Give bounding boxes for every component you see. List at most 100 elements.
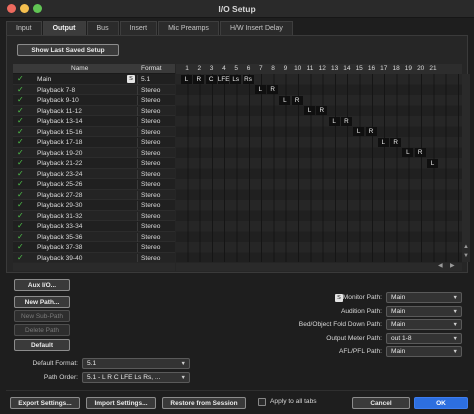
path-row[interactable]: ✓ Playback 35-36 Stereo	[13, 231, 175, 242]
active-check-icon[interactable]: ✓	[17, 211, 24, 221]
active-check-icon[interactable]: ✓	[17, 85, 24, 95]
scroll-right-icon[interactable]: ▶	[450, 263, 455, 270]
active-check-icon[interactable]: ✓	[17, 242, 24, 252]
cancel-button[interactable]: Cancel	[352, 397, 410, 409]
delete-path-button[interactable]: Delete Path	[14, 324, 70, 336]
path-order-select[interactable]: 5.1 - L R C LFE Ls Rs, ... ▼	[82, 372, 190, 383]
channel-assignment-cell[interactable]: R	[291, 95, 303, 105]
channel-assignment-cell[interactable]: R	[193, 74, 205, 84]
channel-assignment-cell[interactable]: L	[328, 116, 340, 126]
active-check-icon[interactable]: ✓	[17, 116, 24, 126]
channel-assignment-cell[interactable]: L	[353, 127, 365, 136]
path-name[interactable]: Main	[37, 75, 51, 84]
default-format-select[interactable]: 5.1 ▼	[82, 358, 190, 369]
channel-assignment-cell[interactable]: R	[414, 148, 426, 157]
path-row[interactable]: ✓ Playback 37-38 Stereo	[13, 242, 175, 253]
channel-assignment-cell[interactable]: R	[365, 127, 377, 136]
scroll-up-icon[interactable]: ▲	[463, 244, 469, 251]
channel-assignment-matrix[interactable]: L R C LFE Ls Rs L R L R L R L R L R L R L R L	[176, 74, 462, 262]
path-name[interactable]: Playback 9-10	[37, 96, 79, 105]
path-row[interactable]: ✓ Playback 39-40 Stereo	[13, 252, 175, 263]
scroll-left-icon[interactable]: ◀	[438, 263, 443, 270]
active-check-icon[interactable]: ✓	[17, 221, 24, 231]
path-setting-select[interactable]: Main ▼	[386, 292, 462, 303]
path-setting-select[interactable]: Main ▼	[386, 319, 462, 330]
new-path-button[interactable]: New Path...	[14, 296, 70, 308]
tab-mic-preamps[interactable]: Mic Preamps	[158, 21, 219, 35]
active-check-icon[interactable]: ✓	[17, 127, 24, 137]
path-row[interactable]: ✓ Playback 13-14 Stereo	[13, 116, 175, 127]
tab-bus[interactable]: Bus	[86, 21, 119, 35]
tab-output[interactable]: Output	[42, 21, 86, 35]
path-row[interactable]: ✓ Main S 5.1	[13, 74, 175, 85]
path-row[interactable]: ✓ Playback 9-10 Stereo	[13, 95, 175, 106]
path-row[interactable]: ✓ Playback 7-8 Stereo	[13, 84, 175, 95]
path-name[interactable]: Playback 17-18	[37, 138, 82, 147]
channel-assignment-cell[interactable]: L	[279, 95, 291, 105]
export-settings-button[interactable]: Export Settings...	[10, 397, 80, 409]
path-row[interactable]: ✓ Playback 31-32 Stereo	[13, 210, 175, 221]
active-check-icon[interactable]: ✓	[17, 137, 24, 147]
channel-assignment-cell[interactable]: R	[316, 106, 328, 115]
path-row[interactable]: ✓ Playback 21-22 Stereo	[13, 158, 175, 169]
channel-assignment-cell[interactable]: L	[304, 106, 315, 115]
channel-assignment-cell[interactable]: R	[390, 137, 402, 147]
path-name[interactable]: Playback 37-38	[37, 243, 82, 252]
path-row[interactable]: ✓ Playback 27-28 Stereo	[13, 189, 175, 200]
ok-button[interactable]: OK	[414, 397, 468, 409]
channel-assignment-cell[interactable]: Rs	[242, 74, 254, 84]
active-check-icon[interactable]: ✓	[17, 95, 24, 105]
channel-assignment-cell[interactable]: L	[427, 158, 438, 168]
active-check-icon[interactable]: ✓	[17, 179, 24, 189]
apply-to-all-tabs-checkbox[interactable]	[258, 398, 266, 406]
path-name[interactable]: Playback 21-22	[37, 159, 82, 168]
aux-io-button[interactable]: Aux I/O...	[14, 279, 70, 291]
path-row[interactable]: ✓ Playback 33-34 Stereo	[13, 221, 175, 232]
path-setting-select[interactable]: Main ▼	[386, 346, 462, 357]
active-check-icon[interactable]: ✓	[17, 190, 24, 200]
path-name[interactable]: Playback 15-16	[37, 128, 82, 137]
scroll-down-icon[interactable]: ▼	[463, 253, 469, 260]
restore-from-session-button[interactable]: Restore from Session	[162, 397, 246, 409]
path-row[interactable]: ✓ Playback 25-26 Stereo	[13, 179, 175, 190]
channel-assignment-cell[interactable]: LFE	[217, 74, 229, 84]
path-row[interactable]: ✓ Playback 23-24 Stereo	[13, 168, 175, 179]
channel-assignment-cell[interactable]: L	[402, 148, 414, 157]
path-row[interactable]: ✓ Playback 15-16 Stereo	[13, 126, 175, 137]
path-name[interactable]: Playback 35-36	[37, 233, 82, 242]
path-name[interactable]: Playback 23-24	[37, 170, 82, 179]
active-check-icon[interactable]: ✓	[17, 148, 24, 158]
path-setting-select[interactable]: out 1-8 ▼	[386, 332, 462, 344]
active-check-icon[interactable]: ✓	[17, 200, 24, 210]
path-name[interactable]: Playback 29-30	[37, 201, 82, 210]
path-row[interactable]: ✓ Playback 29-30 Stereo	[13, 200, 175, 211]
path-name[interactable]: Playback 11-12	[37, 107, 82, 116]
channel-assignment-cell[interactable]: L	[181, 74, 192, 84]
channel-assignment-cell[interactable]: R	[267, 85, 279, 94]
channel-assignment-cell[interactable]: R	[340, 116, 352, 126]
active-check-icon[interactable]: ✓	[17, 158, 24, 168]
new-sub-path-button[interactable]: New Sub-Path	[14, 310, 70, 322]
tab-input[interactable]: Input	[6, 21, 42, 35]
path-list-horizontal-scrollbar[interactable]	[13, 263, 175, 271]
show-last-saved-setup-button[interactable]: Show Last Saved Setup	[17, 44, 119, 56]
path-row[interactable]: ✓ Playback 11-12 Stereo	[13, 105, 175, 116]
path-name[interactable]: Playback 7-8	[37, 86, 75, 95]
path-name[interactable]: Playback 39-40	[37, 254, 82, 263]
active-check-icon[interactable]: ✓	[17, 74, 24, 84]
path-setting-select[interactable]: Main ▼	[386, 305, 462, 317]
active-check-icon[interactable]: ✓	[17, 106, 24, 116]
import-settings-button[interactable]: Import Settings...	[86, 397, 156, 409]
path-name[interactable]: Playback 13-14	[37, 117, 82, 126]
path-name[interactable]: Playback 27-28	[37, 191, 82, 200]
active-check-icon[interactable]: ✓	[17, 232, 24, 242]
default-button[interactable]: Default	[14, 339, 70, 351]
channel-assignment-cell[interactable]: L	[377, 137, 389, 147]
channel-assignment-cell[interactable]: L	[254, 85, 266, 94]
path-name[interactable]: Playback 25-26	[37, 180, 82, 189]
channel-assignment-cell[interactable]: Ls	[230, 74, 242, 84]
grid-vertical-scrollbar[interactable]: ▲ ▼	[462, 74, 470, 262]
grid-horizontal-scrollbar[interactable]: ◀ ▶	[176, 263, 462, 271]
tab-hw-insert-delay[interactable]: H/W Insert Delay	[219, 21, 293, 35]
active-check-icon[interactable]: ✓	[17, 169, 24, 179]
